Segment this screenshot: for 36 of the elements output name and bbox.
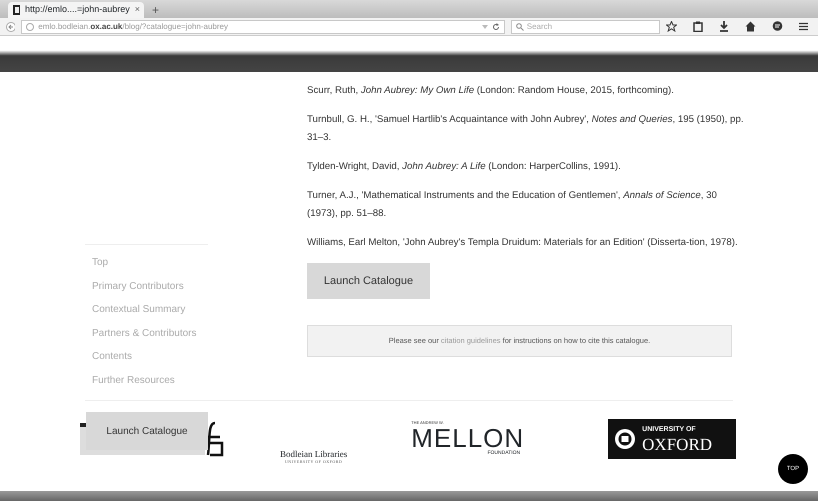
logo-text: OXFORD xyxy=(642,436,712,453)
reload-icon[interactable] xyxy=(492,22,500,30)
page-icon xyxy=(12,5,21,15)
back-icon[interactable] xyxy=(6,22,16,32)
globe-icon xyxy=(26,22,34,30)
close-icon[interactable]: × xyxy=(134,3,140,17)
reference-entry: Turnbull, G. H., 'Samuel Hartlib's Acquaintance with John Aubrey', Notes and Queries, 195 (1950), pp. 31–3. xyxy=(307,113,745,145)
reference-entry: Williams, Earl Melton, 'John Aubrey's Templa Druidum: Materials for an Edition' (Disserta-tion, 1978). xyxy=(307,236,739,250)
address-bar[interactable]: emlo.bodleian.ox.ac.uk/blog/?catalogue=john-aubrey xyxy=(21,20,505,34)
sidebar-link[interactable]: Primary Contributors xyxy=(85,278,215,302)
logo-text: Bodleian Libraries xyxy=(280,449,348,459)
launch-catalogue-button[interactable]: Launch Catalogue xyxy=(307,263,430,299)
menu-icon[interactable] xyxy=(799,22,808,31)
url-text: emlo.bodleian.ox.ac.uk/blog/?catalogue=john-aubrey xyxy=(38,20,229,32)
clipboard-icon[interactable] xyxy=(693,21,703,32)
search-icon xyxy=(516,22,524,30)
new-tab-button[interactable]: + xyxy=(152,2,160,18)
reference-entry: Tylden-Wright, David, John Aubrey: A Life (London: HarperCollins, 1991). xyxy=(307,160,622,174)
reference-entry: Scurr, Ruth, John Aubrey: My Own Life (London: Random House, 2015, forthcoming). xyxy=(307,84,675,98)
sidebar-link[interactable]: Partners & Contributors xyxy=(85,326,215,350)
reference-entry: Turner, A.J., 'Mathematical Instruments and the Education of Gentlemen', Annals of Science, 30 (1973), pp. 51–88. xyxy=(307,189,718,221)
sidebar-link[interactable]: Contents xyxy=(85,349,215,373)
sidebar-link[interactable]: Contextual Summary xyxy=(85,302,215,326)
tab-title: http://emlo....=john-aubrey xyxy=(25,3,131,16)
crest-icon xyxy=(614,426,636,452)
star-icon[interactable] xyxy=(666,21,677,32)
launch-catalogue-button[interactable]: Launch Catalogue xyxy=(86,412,208,450)
browser-tab[interactable]: http://emlo....=john-aubrey × xyxy=(8,2,144,18)
home-icon[interactable] xyxy=(745,21,756,32)
download-icon[interactable] xyxy=(719,21,729,32)
chat-icon[interactable] xyxy=(772,21,783,32)
search-placeholder: Search xyxy=(526,20,552,32)
sidebar-link[interactable]: Top xyxy=(85,255,215,279)
sidebar-link[interactable]: Further Resources xyxy=(85,372,215,397)
search-field[interactable]: Search xyxy=(510,20,660,34)
logo-text: MELLON xyxy=(411,426,524,450)
